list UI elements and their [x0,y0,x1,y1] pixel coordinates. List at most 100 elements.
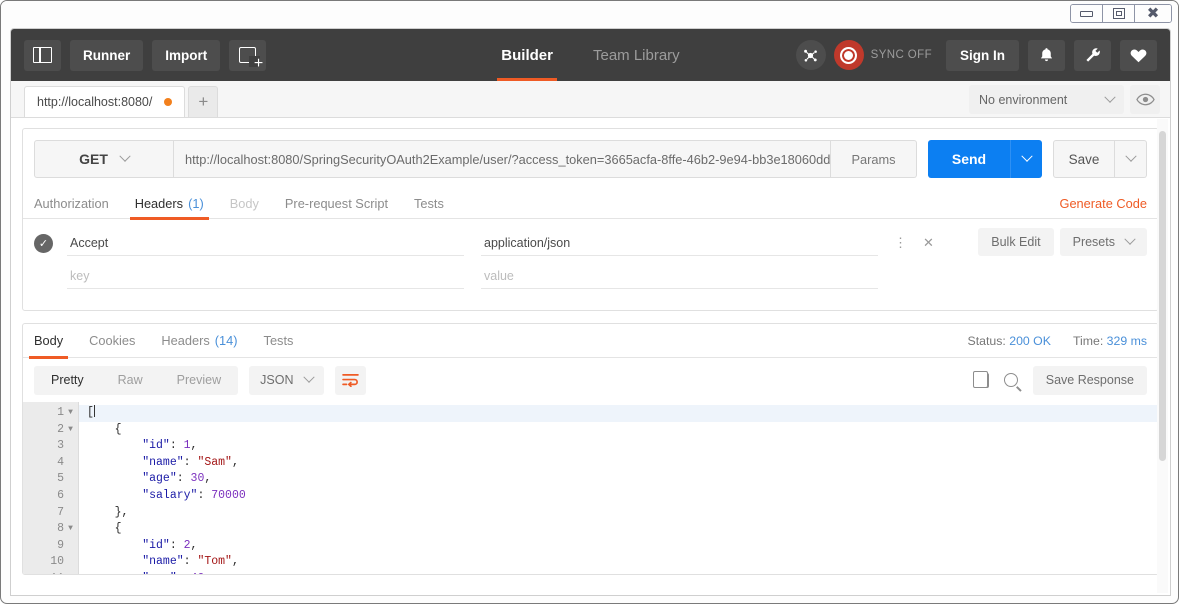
tab-team-library[interactable]: Team Library [593,29,680,81]
tab-response-cookies[interactable]: Cookies [89,324,135,358]
code-token: , [190,538,198,552]
line-number: 1 ▼ [23,405,78,422]
code-token: 70000 [211,488,246,502]
code-token: "id" [142,538,170,552]
text-caret [93,405,95,417]
code-token: , [231,455,239,469]
fold-toggle-icon[interactable]: ▼ [67,422,74,439]
runner-button[interactable]: Runner [70,39,144,71]
close-button[interactable]: ✖ [1135,5,1171,22]
response-meta: Status: 200 OK Time: 329 ms [968,334,1147,348]
environment-quick-look-button[interactable] [1130,85,1160,114]
view-mode-raw[interactable]: Raw [101,366,160,395]
search-icon[interactable] [1003,373,1018,387]
tab-response-headers[interactable]: Headers (14) [161,324,237,358]
time-label: Time: [1072,333,1104,348]
new-window-button[interactable] [229,39,267,72]
response-format-selector[interactable]: JSON [249,365,325,395]
tab-response-body[interactable]: Body [28,324,69,359]
tab-authorization[interactable]: Authorization [34,189,109,219]
environment-controls: No environment [969,85,1160,114]
view-mode-preview[interactable]: Preview [160,366,238,395]
window-titlebar: ✖ [1,1,1178,26]
send-options-button[interactable] [1010,140,1042,178]
sync-status-button[interactable] [833,40,864,70]
response-tabs: Body Cookies Headers (14) Tests Status: … [23,324,1158,359]
interceptor-button[interactable] [795,40,826,70]
fold-toggle-icon[interactable]: ▼ [67,521,74,538]
url-input[interactable]: http://localhost:8080/SpringSecurityOAut… [174,140,831,178]
minimize-icon [1080,10,1093,17]
header-value-input-empty[interactable]: value [481,263,878,289]
headers-editor: ✓ Accept application/json ⋮ ✕ key value … [23,219,1158,310]
params-button[interactable]: Params [831,140,917,178]
url-row: GET http://localhost:8080/SpringSecurity… [23,129,1158,189]
add-tab-button[interactable]: + [188,86,219,117]
code-token: : [183,455,198,469]
window-controls: ✖ [1070,4,1172,23]
notifications-button[interactable] [1028,39,1065,71]
status-label: Status: [967,333,1006,348]
chevron-down-icon [119,150,131,162]
code-token: }, [87,505,129,519]
app-scrollbar-thumb[interactable] [1159,131,1166,461]
code-token: "id" [142,439,170,453]
import-button[interactable]: Import [152,39,221,71]
chevron-down-icon [1124,233,1136,245]
request-tab-label: http://localhost:8080/ [37,95,153,109]
presets-button[interactable]: Presets [1059,228,1147,256]
tab-headers-label: Headers [134,196,184,211]
code-line: "salary": 70000 [87,488,1158,505]
line-number: 4 [57,455,64,469]
tab-response-tests[interactable]: Tests [264,324,294,358]
send-button-group: Send [928,140,1042,178]
word-wrap-button[interactable] [335,365,367,395]
tab-response-headers-label: Headers [161,333,210,348]
minimize-button[interactable] [1071,5,1103,22]
tab-builder[interactable]: Builder [497,29,557,81]
save-button[interactable]: Save [1053,140,1115,178]
response-body-code[interactable]: [ { "id": 1, "name": "Sam", "age": 30, "… [79,402,1158,574]
http-method-selector[interactable]: GET [34,140,174,178]
presets-label: Presets [1072,235,1115,249]
header-value-input[interactable]: application/json [481,230,878,256]
copy-icon[interactable] [972,370,989,388]
favorites-button[interactable] [1120,39,1157,71]
save-response-button[interactable]: Save Response [1032,365,1147,395]
view-mode-pretty[interactable]: Pretty [34,365,101,395]
tab-body[interactable]: Body [230,189,259,219]
save-options-button[interactable] [1115,140,1147,178]
code-token: : [169,439,184,453]
top-toolbar: Runner Import Builder Team Library [11,29,1170,81]
send-button[interactable]: Send [928,140,1010,178]
request-tab[interactable]: http://localhost:8080/ [24,86,186,117]
code-token: "age" [142,572,177,574]
delete-header-icon[interactable]: ✕ [923,235,934,251]
header-key-input-empty[interactable]: key [67,263,464,289]
response-body-viewer[interactable]: 1▼2▼345678▼91011121314 [ { "id": 1, "nam… [23,402,1158,574]
tab-pre-request-script[interactable]: Pre-request Script [285,189,388,219]
code-token: "age" [142,472,177,486]
settings-button[interactable] [1074,39,1111,71]
http-method-label: GET [79,151,108,167]
wrench-icon [1085,48,1100,62]
bulk-edit-button[interactable]: Bulk Edit [978,228,1054,256]
tab-tests[interactable]: Tests [414,189,444,219]
sign-in-button[interactable]: Sign In [946,39,1019,71]
tab-headers[interactable]: Headers (1) [129,189,209,220]
environment-selector[interactable]: No environment [969,85,1124,114]
header-enabled-checkbox[interactable]: ✓ [34,233,53,253]
header-key-input[interactable]: Accept [67,230,464,256]
response-tools-right: Save Response [972,365,1147,395]
generate-code-link[interactable]: Generate Code [1059,196,1147,211]
fold-toggle-icon[interactable]: ▼ [67,405,74,422]
sidebar-toggle-button[interactable] [24,39,61,71]
code-token: [ [87,406,94,419]
new-window-icon [239,47,263,72]
header-enabled-checkbox-empty[interactable] [34,267,53,286]
reorder-handle-icon[interactable]: ⋮ [894,235,907,251]
maximize-button[interactable] [1103,5,1135,22]
app-scrollbar-track[interactable] [1157,119,1168,593]
